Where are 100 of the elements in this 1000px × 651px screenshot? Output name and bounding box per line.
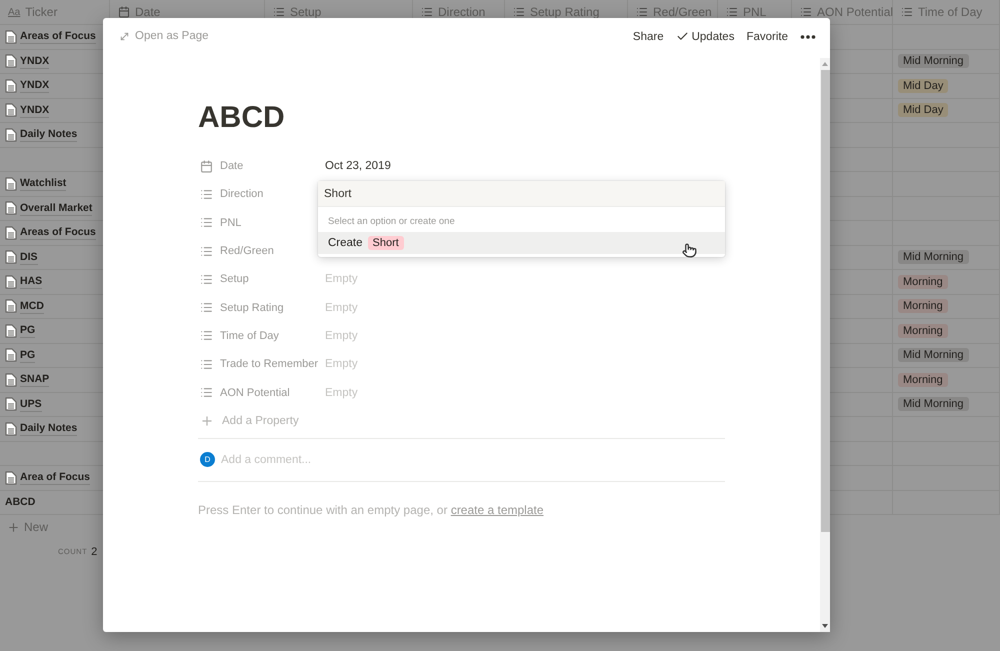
column-label: Setup Rating [530,5,600,19]
option-search-field[interactable]: Short [318,181,725,207]
property-name[interactable]: Date [198,160,318,173]
list-icon [200,301,213,314]
list-icon [200,272,213,286]
page-title[interactable]: Daily Notes [20,421,78,436]
property-name[interactable]: Setup Rating [198,301,318,314]
column-label: Date [135,5,160,19]
document-icon [5,470,17,485]
page-title[interactable]: HAS [20,274,42,290]
document-icon [5,250,17,264]
time-of-day-tag: Morning [898,274,948,289]
document-icon [5,372,17,387]
plus-icon [7,520,20,534]
page-title[interactable]: Daily Notes [20,127,78,142]
add-property-button[interactable]: Add a Property [198,406,301,435]
document-icon [5,274,17,289]
empty-page-hint: Press Enter to continue with an empty page, or create a template [198,502,545,519]
property-name[interactable]: AON Potential [198,386,318,400]
column-label: Direction [438,5,486,19]
property-value[interactable]: Empty [318,330,358,342]
list-icon [200,358,213,371]
time-of-day-tag: Mid Day [898,103,948,118]
dropdown-hint: Select an option or create one [327,215,456,229]
document-icon [5,103,17,118]
column-label: AON Potential [817,5,894,19]
document-icon [5,226,17,240]
document-icon [5,324,17,338]
list-icon [200,329,213,342]
calendar-icon [118,6,130,18]
page-title[interactable]: ABCD [5,495,36,510]
time-of-day-tag: Mid Morning [898,348,969,362]
option-label: Create [328,237,363,249]
page-title[interactable]: UPS [20,396,42,412]
scroll-down-icon[interactable] [821,622,829,630]
page-title[interactable]: DIS [20,250,38,265]
page-title[interactable]: YNDX [20,54,50,69]
list-icon [200,188,213,201]
property-name[interactable]: Direction [198,188,318,201]
document-icon [5,128,17,142]
open-as-page-button[interactable]: Open as Page [117,28,211,44]
time-of-day-tag: Mid Morning [898,397,969,412]
scroll-up-icon[interactable] [821,60,829,68]
document-icon [5,299,17,314]
column-label: Setup [290,5,322,19]
property-value[interactable]: Empty [318,358,358,370]
scrollbar[interactable] [820,58,830,632]
property-value[interactable]: Empty [318,386,358,399]
page-title[interactable]: SNAP [20,372,50,388]
toolbar-button[interactable]: Share [632,28,664,44]
list-icon [200,244,213,258]
column-label: Time of Day [918,5,982,19]
count-value: 2 [91,546,98,558]
time-of-day-tag: Mid Morning [898,250,969,264]
list-icon [200,216,213,230]
page-title[interactable]: YNDX [20,78,50,94]
property-value[interactable]: Empty [318,273,358,286]
toolbar-button[interactable]: Favorite [746,28,788,44]
document-icon [5,176,17,191]
document-icon [5,201,17,216]
scrollbar-thumb[interactable] [820,70,830,532]
time-of-day-tag: Morning [898,372,948,387]
property-name[interactable]: Setup [198,272,318,286]
page-title[interactable]: YNDX [20,102,50,118]
list-icon [200,386,213,400]
page-title[interactable]: MCD [20,298,44,314]
column-header[interactable]: Time of Day [893,0,1000,24]
column-label: Ticker [25,5,58,19]
page-title[interactable]: Areas of Focus [20,225,96,240]
document-icon [5,348,17,362]
column-label: Red/Green [653,5,712,19]
create-template-link[interactable]: create a template [450,502,544,517]
property-name[interactable]: Trade to Remember [198,358,318,371]
property-value[interactable]: Empty [318,302,358,314]
property-value[interactable]: Oct 23, 2019 [318,160,391,172]
property-name[interactable]: PNL [198,216,318,230]
page-title-heading: ABCD [198,100,286,136]
toolbar-button[interactable]: Updates [676,28,734,45]
new-row-button[interactable]: New [0,515,110,540]
page-title[interactable]: PG [20,323,36,338]
page-title[interactable]: Watchlist [20,176,66,192]
document-icon [5,30,17,44]
time-of-day-tag: Mid Day [898,78,948,93]
avatar: D [200,452,215,468]
time-of-day-tag: Morning [898,324,948,338]
page-title[interactable]: Area of Focus [20,470,90,486]
property-name[interactable]: Time of Day [198,329,318,342]
text-type-icon: Aa [8,6,20,18]
page-title[interactable]: Overall Market [20,200,92,216]
time-of-day-tag: Morning [898,299,948,314]
property-name[interactable]: Red/Green [198,244,318,258]
option-tag: Short [368,236,404,250]
more-icon[interactable] [800,34,816,40]
page-title[interactable]: Areas of Focus [20,29,96,44]
plus-icon [200,414,214,428]
document-icon [5,54,17,68]
time-of-day-tag: Mid Morning [898,54,969,68]
document-icon [5,78,17,93]
page-title[interactable]: PG [20,348,36,363]
document-icon [5,397,17,412]
